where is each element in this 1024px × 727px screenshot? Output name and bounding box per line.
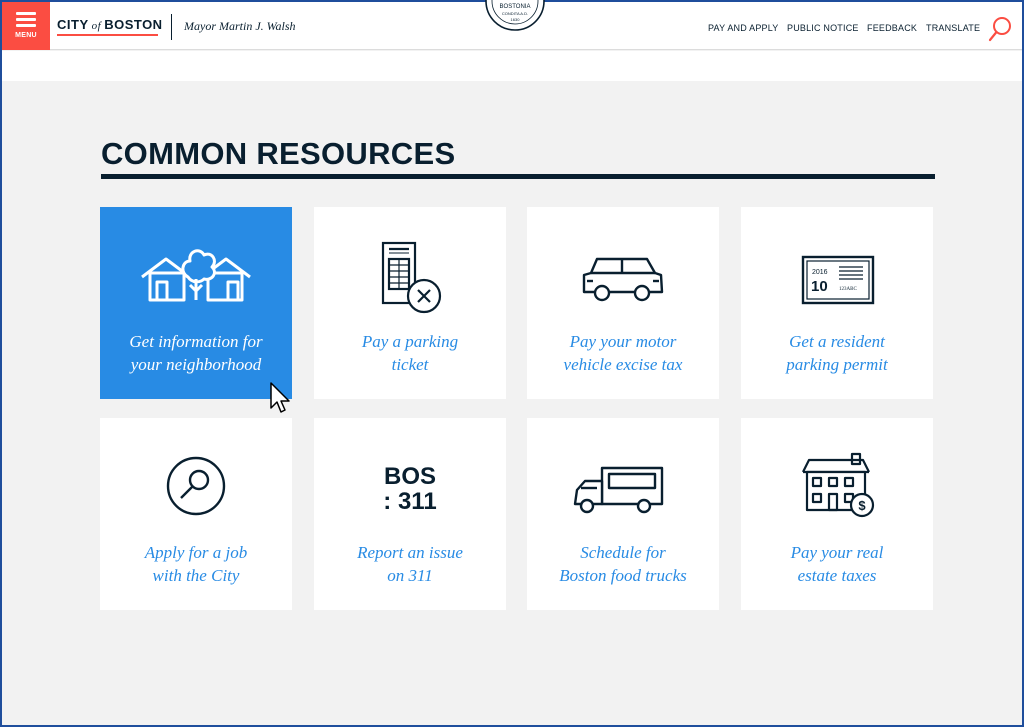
- caption-line-1: Schedule for: [580, 543, 666, 562]
- section-rule: [101, 174, 935, 179]
- hamburger-icon: [16, 12, 36, 15]
- caption-line-1: Pay your real: [790, 543, 884, 562]
- card-neighborhood[interactable]: Get information for your neighborhood: [100, 207, 292, 399]
- nav-translate[interactable]: TRANSLATE: [926, 23, 980, 33]
- site-header: MENU CITY of BOSTON Mayor Martin J. Walsh …: [2, 0, 1022, 50]
- logo-of: of: [91, 20, 102, 32]
- card-caption: Get a resident parking permit: [747, 330, 927, 376]
- logo-boston: BOSTON: [104, 17, 163, 32]
- caption-line-1: Apply for a job: [144, 543, 248, 562]
- caption-line-2: with the City: [152, 566, 240, 585]
- header-divider: [171, 14, 172, 40]
- caption-line-2: parking permit: [786, 355, 888, 374]
- caption-line-1: Get a resident: [789, 332, 885, 351]
- nav-public-notice[interactable]: PUBLIC NOTICE: [787, 23, 859, 33]
- menu-label: MENU: [15, 32, 37, 39]
- city-of-boston-logo[interactable]: CITY of BOSTON: [57, 17, 163, 32]
- caption-line-1: Report an issue: [357, 543, 463, 562]
- card-real-estate-taxes[interactable]: $ Pay your real estate taxes: [741, 418, 933, 610]
- card-caption: Pay your real estate taxes: [747, 541, 927, 587]
- mayor-name: Mayor Martin J. Walsh: [184, 19, 296, 33]
- seal-year: 1630: [511, 17, 521, 22]
- dollar-icon: $: [858, 498, 866, 513]
- caption-line-2: your neighborhood: [130, 355, 262, 374]
- caption-line-2: ticket: [391, 355, 429, 374]
- bos311-logo-bottom: : 311: [383, 488, 437, 515]
- bos311-icon: BOS : 311: [314, 464, 506, 514]
- caption-line-2: Boston food trucks: [559, 566, 687, 585]
- logo-city: CITY: [57, 17, 89, 32]
- caption-line-1: Pay a parking: [361, 332, 459, 351]
- bos311-logo-top: BOS: [383, 463, 436, 490]
- nav-pay-and-apply[interactable]: PAY AND APPLY: [708, 23, 778, 33]
- mouse-pointer-icon: [270, 382, 290, 413]
- seal-text: BOSTONIA: [500, 4, 531, 10]
- caption-line-2: vehicle excise tax: [563, 355, 683, 374]
- hamburger-icon-bar: [16, 18, 36, 21]
- card-parking-ticket[interactable]: Pay a parking ticket: [314, 207, 506, 399]
- search-icon[interactable]: [988, 16, 1012, 42]
- header-spacer: [2, 51, 1022, 81]
- section-title: COMMON RESOURCES: [101, 136, 456, 171]
- nav-feedback[interactable]: FEEDBACK: [867, 23, 917, 33]
- menu-button[interactable]: MENU: [2, 2, 50, 50]
- caption-line-1: Pay your motor: [569, 332, 677, 351]
- card-caption: Report an issue on 311: [320, 541, 500, 587]
- caption-line-2: estate taxes: [797, 566, 877, 585]
- caption-line-2: on 311: [387, 566, 433, 585]
- card-caption: Schedule for Boston food trucks: [533, 541, 713, 587]
- card-report-311[interactable]: BOS : 311 Report an issue on 311: [314, 418, 506, 610]
- hamburger-icon-bar: [16, 24, 36, 27]
- card-caption: Pay a parking ticket: [320, 330, 500, 376]
- logo-underline: [57, 34, 158, 36]
- card-caption: Pay your motor vehicle excise tax: [533, 330, 713, 376]
- caption-line-1: Get information for: [129, 332, 263, 351]
- permit-number: 10: [811, 278, 828, 295]
- card-apply-job[interactable]: Apply for a job with the City: [100, 418, 292, 610]
- card-caption: Apply for a job with the City: [106, 541, 286, 587]
- card-food-trucks[interactable]: Schedule for Boston food trucks: [527, 418, 719, 610]
- permit-plate: 123ABC: [839, 287, 857, 292]
- card-parking-permit[interactable]: 2016 10 123ABC Get a resident parking pe…: [741, 207, 933, 399]
- card-caption: Get information for your neighborhood: [106, 330, 286, 376]
- card-excise-tax[interactable]: Pay your motor vehicle excise tax: [527, 207, 719, 399]
- city-seal-icon[interactable]: BOSTONIA CONDITA A.D. 1630: [484, 0, 546, 32]
- permit-year: 2016: [812, 269, 828, 276]
- seal-sub: CONDITA A.D.: [502, 11, 528, 16]
